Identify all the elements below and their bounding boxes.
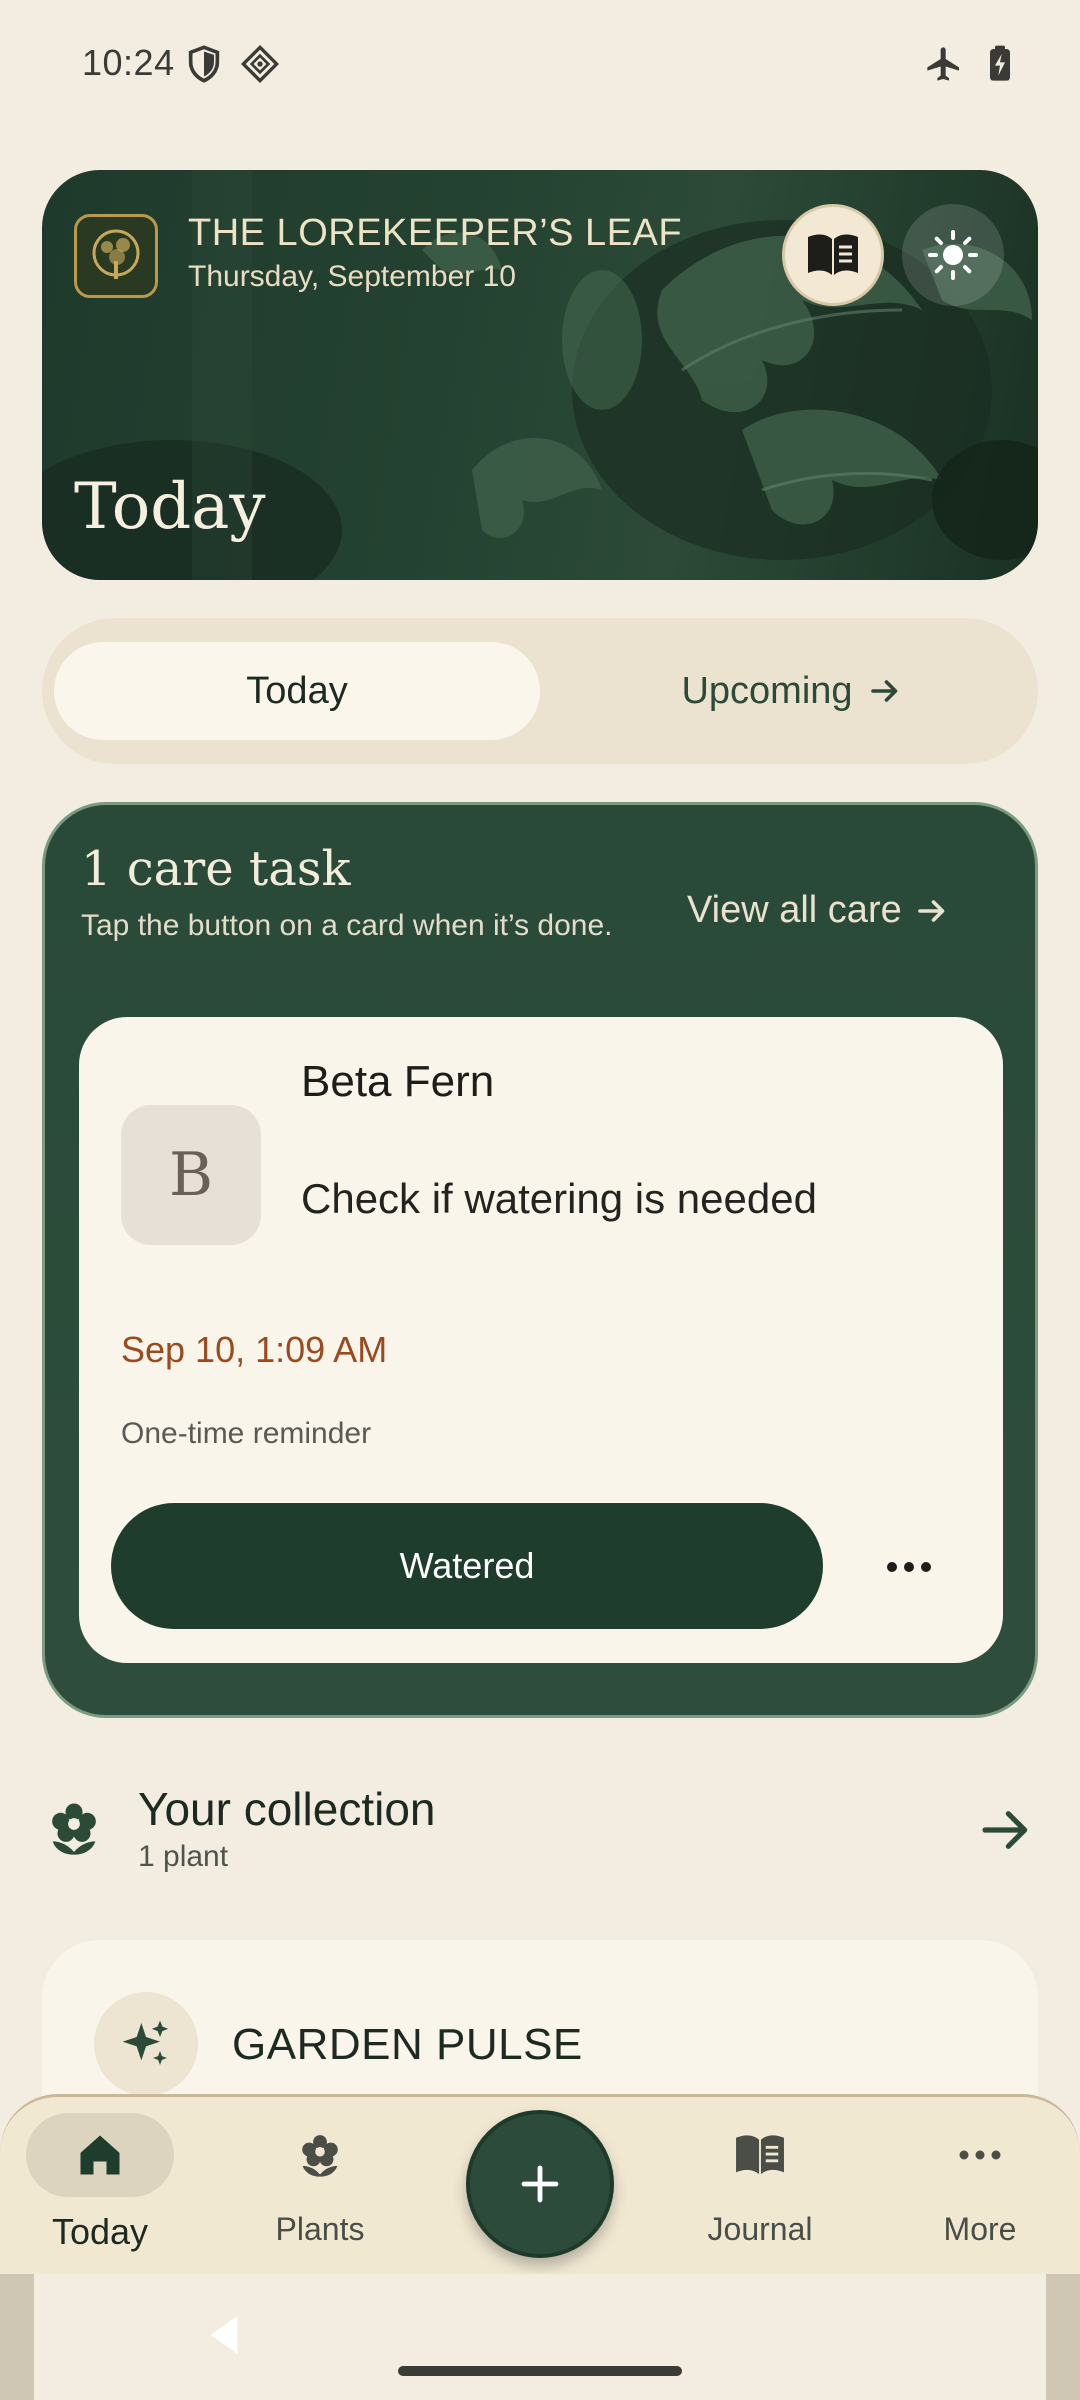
sun-icon bbox=[928, 230, 978, 280]
view-switcher: Today Upcoming bbox=[42, 618, 1038, 764]
back-icon[interactable] bbox=[200, 2310, 250, 2360]
tab-today-label: Today bbox=[246, 669, 348, 712]
page-title: Today bbox=[74, 470, 266, 544]
nav-journal-icon-wrap bbox=[686, 2113, 834, 2197]
tab-upcoming[interactable]: Upcoming bbox=[562, 642, 1022, 740]
hero-banner: THE LOREKEEPER’S LEAF Thursday, Septembe… bbox=[42, 170, 1038, 580]
status-bar: 10:24 bbox=[0, 0, 1080, 130]
status-time: 10:24 bbox=[82, 42, 175, 83]
flower-icon bbox=[52, 1803, 96, 1855]
nav-plants[interactable]: Plants bbox=[246, 2097, 394, 2277]
task-repeat: One-time reminder bbox=[121, 1417, 372, 1450]
battery-charging-icon bbox=[990, 45, 1010, 81]
more-horizontal-icon[interactable] bbox=[867, 1525, 951, 1609]
care-task-card: B Beta Fern Check if watering is needed … bbox=[79, 1017, 1003, 1663]
diamond-icon bbox=[240, 44, 280, 84]
care-hint: Tap the button on a card when it’s done. bbox=[81, 909, 613, 942]
tab-upcoming-label: Upcoming bbox=[681, 669, 853, 712]
theme-toggle-button[interactable] bbox=[902, 204, 1004, 306]
nav-today-indicator bbox=[26, 2113, 174, 2197]
nav-edge-left bbox=[0, 2274, 34, 2400]
plus-icon bbox=[521, 2165, 559, 2203]
arrow-right-icon bbox=[870, 680, 897, 702]
watered-button[interactable]: Watered bbox=[111, 1503, 823, 1629]
nav-more[interactable]: More bbox=[906, 2097, 1054, 2277]
plant-name: Beta Fern bbox=[301, 1057, 495, 1106]
book-icon bbox=[736, 2135, 784, 2175]
more-horizontal-icon bbox=[906, 2113, 1054, 2197]
journal-button[interactable] bbox=[782, 204, 884, 306]
shield-icon bbox=[188, 45, 220, 83]
task-due-date: Sep 10, 1:09 AM bbox=[121, 1329, 388, 1370]
flower-icon bbox=[302, 2135, 338, 2177]
nav-today[interactable]: Today bbox=[26, 2097, 174, 2277]
plant-avatar: B bbox=[121, 1105, 261, 1245]
nav-today-label: Today bbox=[51, 2211, 149, 2252]
tree-emblem-icon bbox=[92, 229, 140, 279]
app-title: THE LOREKEEPER’S LEAF bbox=[188, 212, 683, 254]
arrow-right-icon bbox=[917, 899, 945, 922]
care-tasks-panel: 1 care task Tap the button on a card whe… bbox=[42, 802, 1038, 1718]
view-all-care-label: View all care bbox=[687, 889, 902, 931]
sparkle-icon bbox=[94, 1992, 198, 2096]
task-action: Check if watering is needed bbox=[301, 1175, 817, 1222]
care-task-count: 1 care task bbox=[81, 841, 351, 897]
app-logo bbox=[74, 214, 158, 298]
home-icon bbox=[80, 2135, 120, 2175]
collection-count: 1 plant bbox=[138, 1840, 229, 1873]
arrow-right-icon bbox=[982, 1811, 1028, 1849]
collection-title: Your collection bbox=[138, 1783, 436, 1835]
collection-row[interactable]: Your collection 1 plant bbox=[42, 1760, 1038, 1890]
nav-plants-label: Plants bbox=[275, 2211, 365, 2247]
add-button[interactable] bbox=[466, 2110, 614, 2258]
system-navigation-bar bbox=[0, 2274, 1080, 2400]
nav-edge-right bbox=[1046, 2274, 1080, 2400]
airplane-icon bbox=[927, 47, 959, 81]
tab-today[interactable]: Today bbox=[54, 642, 540, 740]
view-all-care-link[interactable]: View all care bbox=[687, 889, 950, 932]
book-icon bbox=[808, 234, 858, 275]
nav-more-label: More bbox=[943, 2211, 1017, 2247]
nav-plants-icon-wrap bbox=[246, 2113, 394, 2197]
nav-journal-label: Journal bbox=[707, 2211, 813, 2247]
garden-pulse-title: GARDEN PULSE bbox=[232, 2020, 583, 2069]
home-gesture-bar[interactable] bbox=[398, 2366, 682, 2376]
current-date: Thursday, September 10 bbox=[188, 260, 516, 293]
nav-journal[interactable]: Journal bbox=[686, 2097, 834, 2277]
